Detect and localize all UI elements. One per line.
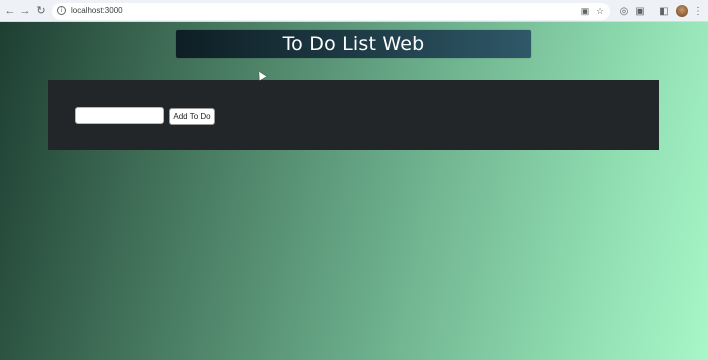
todo-input[interactable]	[75, 107, 164, 124]
header-banner: To Do List Web	[176, 30, 531, 58]
add-todo-button[interactable]: Add To Do	[169, 108, 215, 125]
cast-icon[interactable]: ▣	[579, 5, 591, 17]
page-title: To Do List Web	[282, 33, 425, 55]
bookmark-star-icon[interactable]: ☆	[594, 5, 606, 17]
back-icon[interactable]: ←	[3, 4, 17, 18]
side-panel-icon[interactable]: ◧	[657, 4, 671, 18]
extensions-icon[interactable]: ▣	[633, 4, 647, 18]
site-info-icon[interactable]: i	[57, 6, 66, 15]
address-bar[interactable]: i localhost:3000 ▣ ☆	[52, 3, 610, 20]
reload-icon[interactable]: ↻	[34, 4, 48, 18]
url-text: localhost:3000	[71, 6, 123, 15]
browser-toolbar: ← → ↻ i localhost:3000 ▣ ☆ ◎ ▣ ◧ ⋮	[0, 0, 708, 22]
todo-panel: Add To Do	[48, 80, 659, 150]
profile-avatar[interactable]	[676, 5, 688, 17]
page-viewport: To Do List Web Add To Do	[0, 22, 708, 360]
menu-icon[interactable]: ⋮	[691, 4, 705, 18]
account-icon[interactable]: ◎	[617, 4, 631, 18]
forward-icon[interactable]: →	[18, 4, 32, 18]
